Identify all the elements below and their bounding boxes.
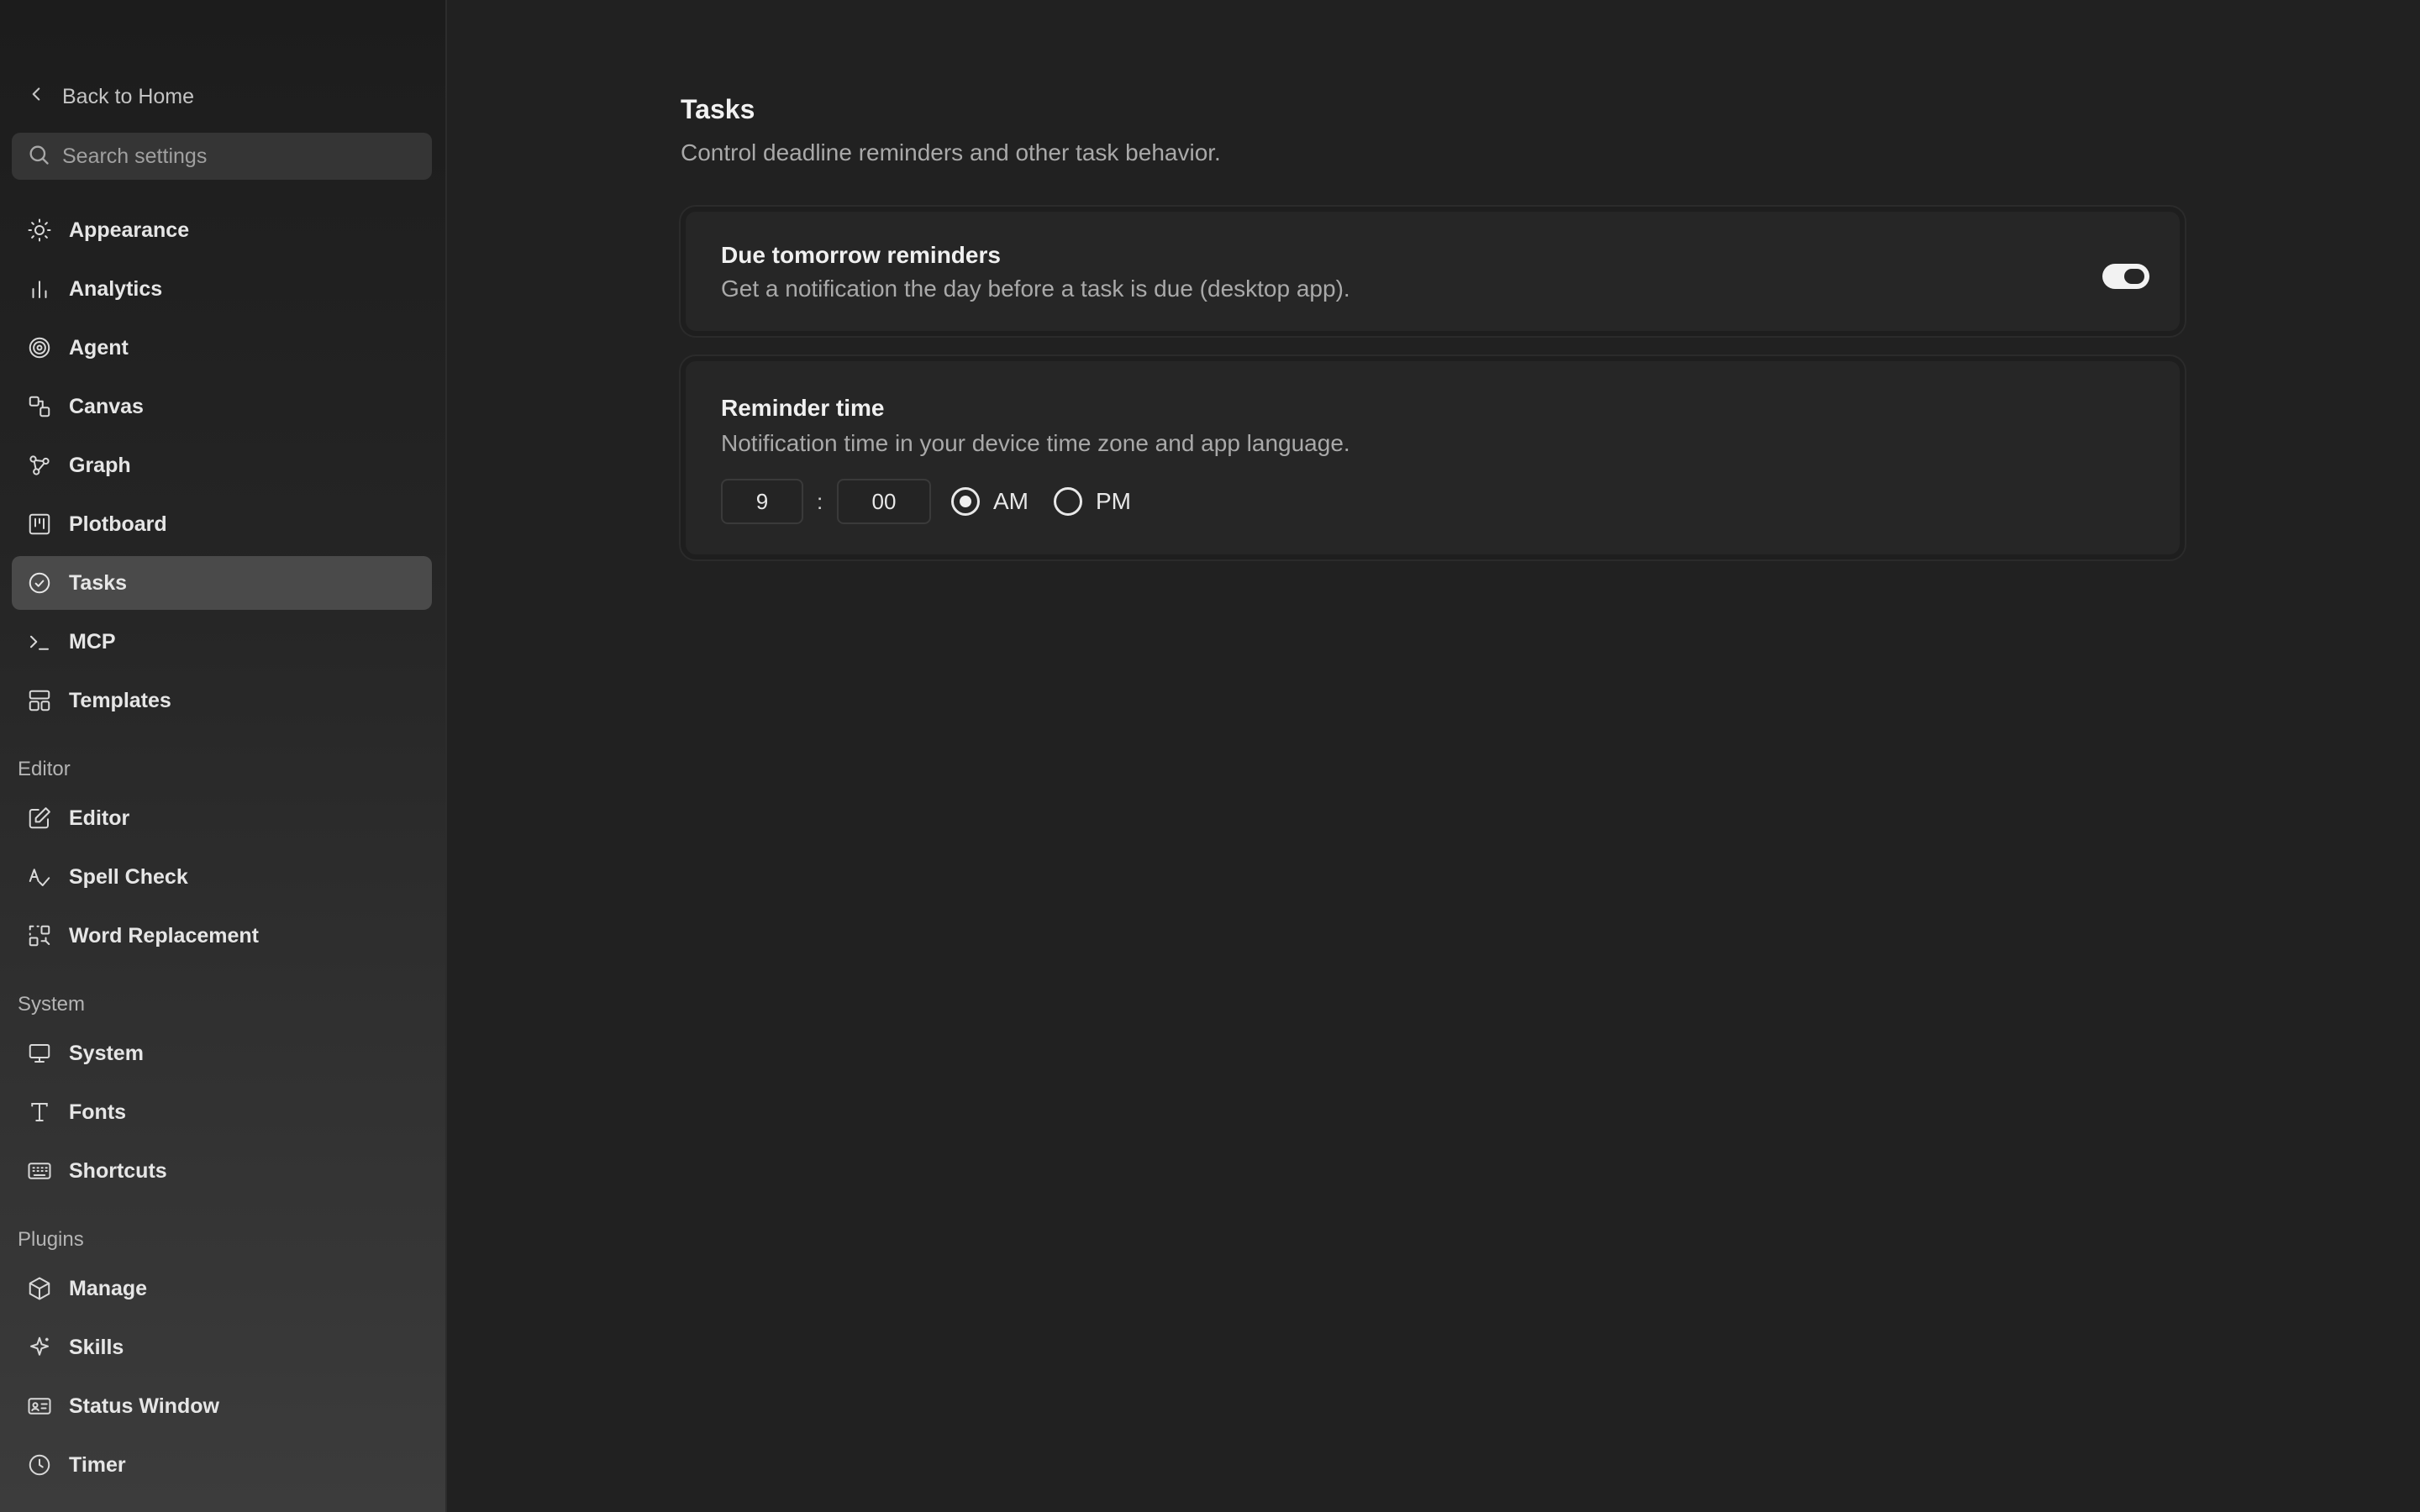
sidebar-item-shortcuts[interactable]: Shortcuts bbox=[12, 1144, 432, 1198]
sidebar-item-label: Canvas bbox=[69, 394, 144, 418]
replace-icon bbox=[27, 923, 52, 948]
graph-icon bbox=[27, 453, 52, 478]
time-separator: : bbox=[817, 489, 823, 514]
sidebar-item-label: Templates bbox=[69, 688, 171, 712]
page-title: Tasks bbox=[681, 94, 755, 124]
sun-icon bbox=[27, 218, 52, 243]
sidebar-item-label: MCP bbox=[69, 629, 116, 654]
sidebar-item-label: Tasks bbox=[69, 570, 128, 595]
reminder-time-description: Notification time in your device time zo… bbox=[721, 430, 1350, 456]
sidebar-item-label: Graph bbox=[69, 453, 131, 477]
section-label-plugins: Plugins bbox=[18, 1228, 84, 1251]
sidebar-item-skills[interactable]: Skills bbox=[12, 1320, 432, 1374]
kanban-icon bbox=[27, 512, 52, 537]
am-radio[interactable]: AM bbox=[951, 487, 1028, 516]
sidebar-item-templates[interactable]: Templates bbox=[12, 674, 432, 727]
canvas-icon bbox=[27, 394, 52, 419]
sidebar-item-agent[interactable]: Agent bbox=[12, 321, 432, 375]
settings-sidebar: Back to Home Appearance Analytics Agent … bbox=[0, 0, 447, 1512]
sidebar-divider bbox=[445, 0, 447, 1512]
minute-input[interactable] bbox=[837, 479, 931, 524]
sidebar-item-manage[interactable]: Manage bbox=[12, 1262, 432, 1315]
sidebar-item-spell-check[interactable]: Spell Check bbox=[12, 850, 432, 904]
sidebar-item-mcp[interactable]: MCP bbox=[12, 615, 432, 669]
section-label-system: System bbox=[18, 993, 86, 1016]
pm-radio[interactable]: PM bbox=[1054, 487, 1131, 516]
sidebar-item-system[interactable]: System bbox=[12, 1026, 432, 1080]
pm-radio-circle bbox=[1054, 487, 1082, 516]
monitor-icon bbox=[27, 1041, 52, 1066]
search-icon bbox=[27, 143, 50, 171]
sidebar-item-plotboard[interactable]: Plotboard bbox=[12, 497, 432, 551]
am-label: AM bbox=[993, 488, 1028, 514]
terminal-icon bbox=[27, 629, 52, 654]
spell-check-icon bbox=[27, 864, 52, 890]
reminder-time-title: Reminder time bbox=[721, 395, 885, 421]
package-icon bbox=[27, 1276, 52, 1301]
section-label-editor: Editor bbox=[18, 758, 71, 780]
sidebar-item-label: Fonts bbox=[69, 1100, 127, 1124]
due-reminders-title: Due tomorrow reminders bbox=[721, 242, 1001, 268]
sidebar-item-fonts[interactable]: Fonts bbox=[12, 1085, 432, 1139]
sidebar-item-label: Skills bbox=[69, 1335, 124, 1359]
sidebar-item-label: Agent bbox=[69, 335, 129, 360]
sidebar-item-editor[interactable]: Editor bbox=[12, 791, 432, 845]
due-tomorrow-reminders-card: Due tomorrow reminders Get a notificatio… bbox=[681, 207, 2185, 336]
sidebar-item-analytics[interactable]: Analytics bbox=[12, 262, 432, 316]
sidebar-item-label: System bbox=[69, 1041, 144, 1065]
sidebar-item-label: Appearance bbox=[69, 218, 190, 242]
toggle-knob bbox=[2124, 269, 2144, 284]
due-reminders-toggle[interactable] bbox=[2102, 264, 2149, 289]
sidebar-item-label: Manage bbox=[69, 1276, 148, 1300]
spiral-icon bbox=[27, 335, 52, 360]
sidebar-item-status-window[interactable]: Status Window bbox=[12, 1379, 432, 1433]
sidebar-item-tasks[interactable]: Tasks bbox=[12, 556, 432, 610]
keyboard-icon bbox=[27, 1158, 52, 1184]
sidebar-item-label: Word Replacement bbox=[69, 923, 259, 948]
type-icon bbox=[27, 1100, 52, 1125]
hour-input[interactable] bbox=[721, 479, 803, 524]
due-reminders-description: Get a notification the day before a task… bbox=[721, 276, 1350, 302]
search-input[interactable] bbox=[62, 144, 415, 169]
sidebar-item-label: Spell Check bbox=[69, 864, 188, 889]
reminder-time-card: Reminder time Notification time in your … bbox=[681, 356, 2185, 559]
back-to-home-label: Back to Home bbox=[62, 84, 195, 108]
chevron-left-icon bbox=[25, 83, 47, 111]
clock-icon bbox=[27, 1452, 52, 1478]
pm-label: PM bbox=[1096, 488, 1131, 514]
edit-icon bbox=[27, 806, 52, 831]
sidebar-item-label: Plotboard bbox=[69, 512, 167, 536]
sidebar-item-appearance[interactable]: Appearance bbox=[12, 203, 432, 257]
sidebar-item-graph[interactable]: Graph bbox=[12, 438, 432, 492]
sidebar-item-label: Shortcuts bbox=[69, 1158, 167, 1183]
sidebar-item-label: Status Window bbox=[69, 1394, 219, 1418]
bar-chart-icon bbox=[27, 276, 52, 302]
sparkle-icon bbox=[27, 1335, 52, 1360]
sidebar-item-word-replacement[interactable]: Word Replacement bbox=[12, 909, 432, 963]
sidebar-item-timer[interactable]: Timer bbox=[12, 1438, 432, 1492]
layout-icon bbox=[27, 688, 52, 713]
check-circle-icon bbox=[27, 570, 52, 596]
sidebar-item-label: Analytics bbox=[69, 276, 163, 301]
am-radio-circle bbox=[951, 487, 980, 516]
sidebar-item-label: Timer bbox=[69, 1452, 126, 1477]
back-to-home-link[interactable]: Back to Home bbox=[25, 81, 194, 113]
sidebar-item-label: Editor bbox=[69, 806, 130, 830]
search-settings[interactable] bbox=[12, 133, 432, 180]
id-card-icon bbox=[27, 1394, 52, 1419]
page-subtitle: Control deadline reminders and other tas… bbox=[681, 139, 1221, 165]
sidebar-item-canvas[interactable]: Canvas bbox=[12, 380, 432, 433]
